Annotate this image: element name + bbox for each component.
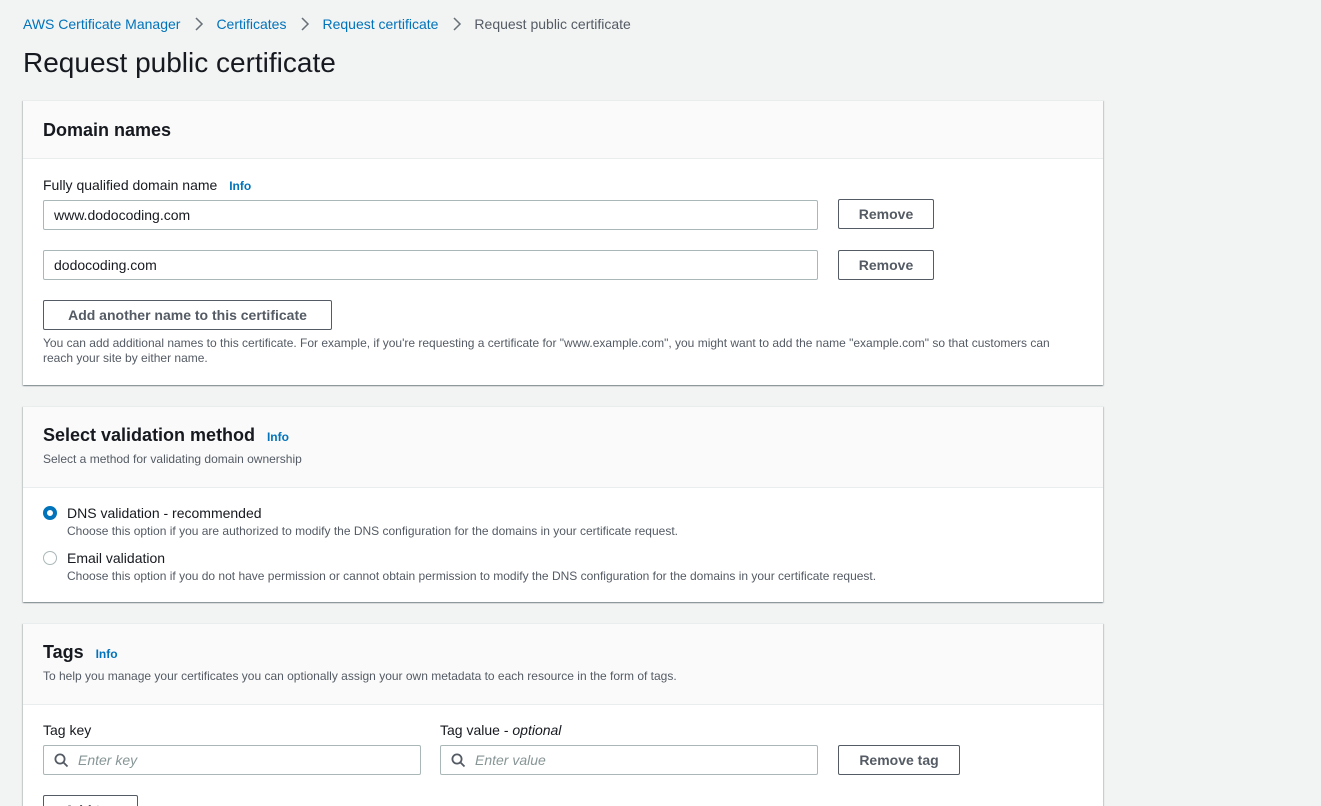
dns-validation-description: Choose this option if you are authorized… bbox=[67, 524, 678, 538]
chevron-right-icon bbox=[194, 17, 204, 31]
dns-validation-radio[interactable] bbox=[43, 506, 57, 520]
tags-info-link[interactable]: Info bbox=[96, 647, 118, 661]
breadcrumb-acm[interactable]: AWS Certificate Manager bbox=[23, 15, 180, 33]
validation-body: DNS validation - recommended Choose this… bbox=[23, 488, 1103, 602]
dns-validation-label[interactable]: DNS validation - recommended bbox=[67, 505, 262, 521]
chevron-right-icon bbox=[300, 17, 310, 31]
fqdn-label: Fully qualified domain name bbox=[43, 177, 218, 193]
tag-value-label-text: Tag value - bbox=[440, 722, 513, 738]
validation-info-link[interactable]: Info bbox=[267, 430, 289, 444]
tags-body: Tag key Tag value - optional Remove tag … bbox=[23, 705, 1103, 806]
remove-domain-button-2[interactable]: Remove bbox=[838, 250, 934, 280]
breadcrumb-request-certificate[interactable]: Request certificate bbox=[322, 15, 438, 33]
validation-header: Select validation method Info Select a m… bbox=[23, 407, 1103, 488]
breadcrumb-current: Request public certificate bbox=[474, 16, 631, 32]
domain-names-body: Fully qualified domain name Info Remove … bbox=[23, 159, 1103, 385]
tag-value-optional: optional bbox=[512, 722, 562, 738]
page-title: Request public certificate bbox=[23, 47, 336, 78]
fqdn-label-row: Fully qualified domain name Info bbox=[43, 177, 251, 193]
breadcrumb: AWS Certificate Manager Certificates Req… bbox=[23, 15, 631, 33]
domain-name-input-2[interactable] bbox=[43, 250, 818, 280]
validation-panel: Select validation method Info Select a m… bbox=[23, 406, 1103, 602]
add-tag-button[interactable]: Add tag bbox=[43, 795, 138, 806]
search-icon bbox=[451, 753, 466, 771]
domain-name-input-1[interactable] bbox=[43, 200, 818, 230]
email-validation-description: Choose this option if you do not have pe… bbox=[67, 569, 877, 583]
chevron-right-icon bbox=[452, 17, 462, 31]
add-name-button[interactable]: Add another name to this certificate bbox=[43, 300, 332, 330]
email-validation-radio[interactable] bbox=[43, 551, 57, 565]
validation-title: Select validation method bbox=[43, 425, 256, 445]
domain-names-panel: Domain names Fully qualified domain name… bbox=[23, 100, 1103, 385]
remove-tag-button[interactable]: Remove tag bbox=[838, 745, 960, 775]
tags-panel: Tags Info To help you manage your certif… bbox=[23, 623, 1103, 806]
domain-names-title: Domain names bbox=[43, 120, 172, 140]
validation-title-row: Select validation method Info bbox=[43, 425, 1083, 446]
tags-header: Tags Info To help you manage your certif… bbox=[23, 624, 1103, 705]
tags-title: Tags bbox=[43, 642, 84, 662]
tag-value-input[interactable] bbox=[440, 745, 818, 775]
tag-value-label: Tag value - optional bbox=[440, 722, 561, 738]
remove-domain-button-1[interactable]: Remove bbox=[838, 199, 934, 229]
email-validation-label[interactable]: Email validation bbox=[67, 550, 165, 566]
tag-key-label: Tag key bbox=[43, 722, 92, 738]
search-icon bbox=[54, 753, 69, 771]
validation-description: Select a method for validating domain ow… bbox=[43, 452, 302, 466]
tags-description: To help you manage your certificates you… bbox=[43, 669, 677, 683]
domain-names-header: Domain names bbox=[23, 101, 1103, 159]
tag-key-input[interactable] bbox=[43, 745, 421, 775]
domain-names-help-text: You can add additional names to this cer… bbox=[43, 336, 1050, 365]
fqdn-info-link[interactable]: Info bbox=[229, 179, 251, 193]
tags-title-row: Tags Info bbox=[43, 642, 1083, 663]
breadcrumb-certificates[interactable]: Certificates bbox=[216, 15, 286, 33]
